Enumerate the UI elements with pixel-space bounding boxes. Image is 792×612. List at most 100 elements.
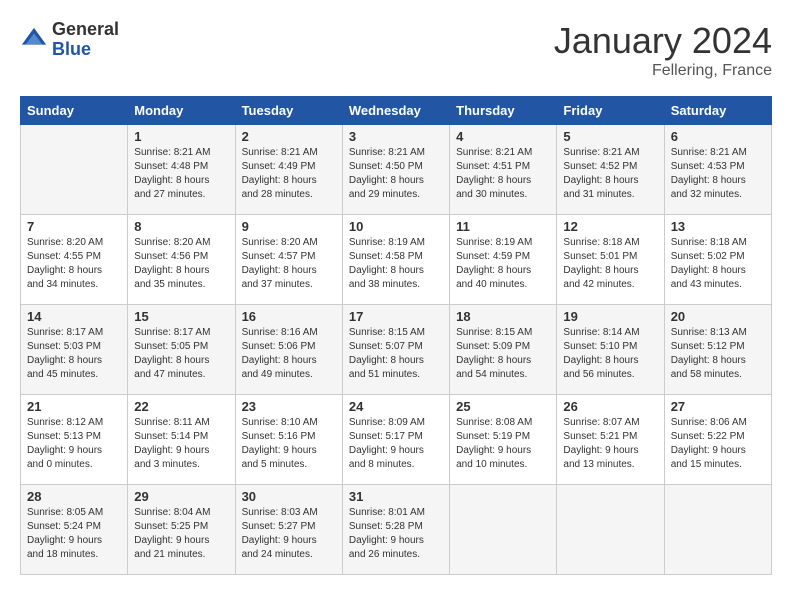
day-number: 1 bbox=[134, 129, 228, 144]
calendar-week-2: 7Sunrise: 8:20 AMSunset: 4:55 PMDaylight… bbox=[21, 215, 772, 305]
day-info-line: Sunset: 4:56 PM bbox=[134, 251, 208, 262]
day-number: 17 bbox=[349, 309, 443, 324]
day-info-line: Daylight: 8 hours bbox=[134, 265, 209, 276]
day-info-line: Sunrise: 8:18 AM bbox=[671, 237, 747, 248]
logo-general-text: General bbox=[52, 20, 119, 40]
calendar-cell: 16 Sunrise: 8:16 AMSunset: 5:06 PMDayligh… bbox=[235, 305, 342, 395]
day-number: 27 bbox=[671, 399, 765, 414]
day-info-line: Daylight: 8 hours bbox=[349, 175, 424, 186]
day-info-line: Daylight: 9 hours bbox=[27, 535, 102, 546]
calendar-cell: 21Sunrise: 8:12 AMSunset: 5:13 PMDayligh… bbox=[21, 395, 128, 485]
day-number: 31 bbox=[349, 489, 443, 504]
calendar-week-1: 1Sunrise: 8:21 AMSunset: 4:48 PMDaylight… bbox=[21, 125, 772, 215]
day-info-line: Sunrise: 8:21 AM bbox=[563, 147, 639, 158]
page-header: General Blue January 2024 Fellering, Fra… bbox=[20, 20, 772, 80]
day-number: 18 bbox=[456, 309, 550, 324]
day-number: 10 bbox=[349, 219, 443, 234]
day-info-line: Daylight: 8 hours bbox=[456, 175, 531, 186]
day-info-line: Sunset: 4:50 PM bbox=[349, 161, 423, 172]
day-info-line: Daylight: 8 hours bbox=[134, 175, 209, 186]
day-info-line: Sunset: 5:22 PM bbox=[671, 431, 745, 442]
day-number: 2 bbox=[242, 129, 336, 144]
day-info-line: and 51 minutes. bbox=[349, 369, 420, 380]
day-info-line: Sunset: 5:21 PM bbox=[563, 431, 637, 442]
day-info-line: and 58 minutes. bbox=[671, 369, 742, 380]
day-info-line: Daylight: 8 hours bbox=[27, 355, 102, 366]
calendar-week-5: 28Sunrise: 8:05 AMSunset: 5:24 PMDayligh… bbox=[21, 485, 772, 575]
day-info-line: Sunset: 5:05 PM bbox=[134, 341, 208, 352]
day-info-line: and 45 minutes. bbox=[27, 369, 98, 380]
day-info-line: Sunset: 4:57 PM bbox=[242, 251, 316, 262]
day-number: 9 bbox=[242, 219, 336, 234]
calendar-cell: 26Sunrise: 8:07 AMSunset: 5:21 PMDayligh… bbox=[557, 395, 664, 485]
day-info-line: Sunset: 5:09 PM bbox=[456, 341, 530, 352]
day-info-line: Daylight: 9 hours bbox=[242, 535, 317, 546]
day-info-line: Sunrise: 8:04 AM bbox=[134, 507, 210, 518]
calendar-cell: 10Sunrise: 8:19 AMSunset: 4:58 PMDayligh… bbox=[342, 215, 449, 305]
day-info-line: Sunrise: 8:18 AM bbox=[563, 237, 639, 248]
day-info-line: and 5 minutes. bbox=[242, 459, 308, 470]
calendar-cell: 11Sunrise: 8:19 AMSunset: 4:59 PMDayligh… bbox=[450, 215, 557, 305]
day-header-monday: Monday bbox=[128, 97, 235, 125]
day-info: Sunrise: 8:14 AMSunset: 5:10 PMDaylight:… bbox=[563, 326, 657, 382]
day-info-line: Daylight: 9 hours bbox=[134, 445, 209, 456]
day-info-line: Sunset: 4:49 PM bbox=[242, 161, 316, 172]
day-info-line: and 43 minutes. bbox=[671, 279, 742, 290]
calendar-cell: 29Sunrise: 8:04 AMSunset: 5:25 PMDayligh… bbox=[128, 485, 235, 575]
day-info: Sunrise: 8:16 AMSunset: 5:06 PMDaylight:… bbox=[242, 326, 336, 382]
day-info-line: Sunrise: 8:10 AM bbox=[242, 417, 318, 428]
day-info: Sunrise: 8:01 AMSunset: 5:28 PMDaylight:… bbox=[349, 506, 443, 562]
day-info-line: Daylight: 9 hours bbox=[671, 445, 746, 456]
calendar-cell: 24Sunrise: 8:09 AMSunset: 5:17 PMDayligh… bbox=[342, 395, 449, 485]
day-number: 13 bbox=[671, 219, 765, 234]
day-number: 11 bbox=[456, 219, 550, 234]
day-info-line: and 18 minutes. bbox=[27, 549, 98, 560]
day-info: Sunrise: 8:10 AMSunset: 5:16 PMDaylight:… bbox=[242, 416, 336, 472]
calendar-cell: 28Sunrise: 8:05 AMSunset: 5:24 PMDayligh… bbox=[21, 485, 128, 575]
calendar-cell: 22Sunrise: 8:11 AMSunset: 5:14 PMDayligh… bbox=[128, 395, 235, 485]
day-info-line: Sunset: 5:13 PM bbox=[27, 431, 101, 442]
day-number: 16 bbox=[242, 309, 336, 324]
day-info-line: Sunrise: 8:13 AM bbox=[671, 327, 747, 338]
day-number: 6 bbox=[671, 129, 765, 144]
day-info-line: and 35 minutes. bbox=[134, 279, 205, 290]
calendar-table: SundayMondayTuesdayWednesdayThursdayFrid… bbox=[20, 96, 772, 575]
day-info-line: Daylight: 8 hours bbox=[671, 355, 746, 366]
logo-text: General Blue bbox=[52, 20, 119, 60]
calendar-cell: 1Sunrise: 8:21 AMSunset: 4:48 PMDaylight… bbox=[128, 125, 235, 215]
day-header-saturday: Saturday bbox=[664, 97, 771, 125]
day-info-line: Sunrise: 8:21 AM bbox=[456, 147, 532, 158]
day-info-line: Sunset: 5:03 PM bbox=[27, 341, 101, 352]
day-info-line: Sunrise: 8:20 AM bbox=[27, 237, 103, 248]
day-number: 8 bbox=[134, 219, 228, 234]
day-info-line: Daylight: 8 hours bbox=[349, 265, 424, 276]
calendar-cell: 25Sunrise: 8:08 AMSunset: 5:19 PMDayligh… bbox=[450, 395, 557, 485]
day-info-line: Sunset: 4:58 PM bbox=[349, 251, 423, 262]
day-info: Sunrise: 8:08 AMSunset: 5:19 PMDaylight:… bbox=[456, 416, 550, 472]
day-number: 28 bbox=[27, 489, 121, 504]
day-info: Sunrise: 8:15 AMSunset: 5:09 PMDaylight:… bbox=[456, 326, 550, 382]
day-info: Sunrise: 8:12 AMSunset: 5:13 PMDaylight:… bbox=[27, 416, 121, 472]
day-info-line: and 29 minutes. bbox=[349, 189, 420, 200]
day-info-line: Daylight: 9 hours bbox=[563, 445, 638, 456]
day-number: 26 bbox=[563, 399, 657, 414]
calendar-cell: 23Sunrise: 8:10 AMSunset: 5:16 PMDayligh… bbox=[235, 395, 342, 485]
day-info: Sunrise: 8:11 AMSunset: 5:14 PMDaylight:… bbox=[134, 416, 228, 472]
calendar-cell: 19Sunrise: 8:14 AMSunset: 5:10 PMDayligh… bbox=[557, 305, 664, 395]
day-info-line: and 21 minutes. bbox=[134, 549, 205, 560]
day-info-line: Sunrise: 8:17 AM bbox=[134, 327, 210, 338]
day-info-line: Sunrise: 8:21 AM bbox=[134, 147, 210, 158]
calendar-cell: 2Sunrise: 8:21 AMSunset: 4:49 PMDaylight… bbox=[235, 125, 342, 215]
logo-blue-text: Blue bbox=[52, 40, 119, 60]
day-info-line: Daylight: 8 hours bbox=[242, 265, 317, 276]
day-info-line: Sunrise: 8:17 AM bbox=[27, 327, 103, 338]
day-info-line: Daylight: 8 hours bbox=[563, 355, 638, 366]
day-info-line: Sunrise: 8:12 AM bbox=[27, 417, 103, 428]
day-info: Sunrise: 8:17 AM Sunset: 5:03 PM Daylight:… bbox=[27, 326, 121, 382]
day-info-line: Sunset: 5:01 PM bbox=[563, 251, 637, 262]
day-info-line: and 10 minutes. bbox=[456, 459, 527, 470]
day-info-line: and 34 minutes. bbox=[27, 279, 98, 290]
calendar-cell: 4Sunrise: 8:21 AMSunset: 4:51 PMDaylight… bbox=[450, 125, 557, 215]
day-info: Sunrise: 8:20 AMSunset: 4:56 PMDaylight:… bbox=[134, 236, 228, 292]
day-header-friday: Friday bbox=[557, 97, 664, 125]
